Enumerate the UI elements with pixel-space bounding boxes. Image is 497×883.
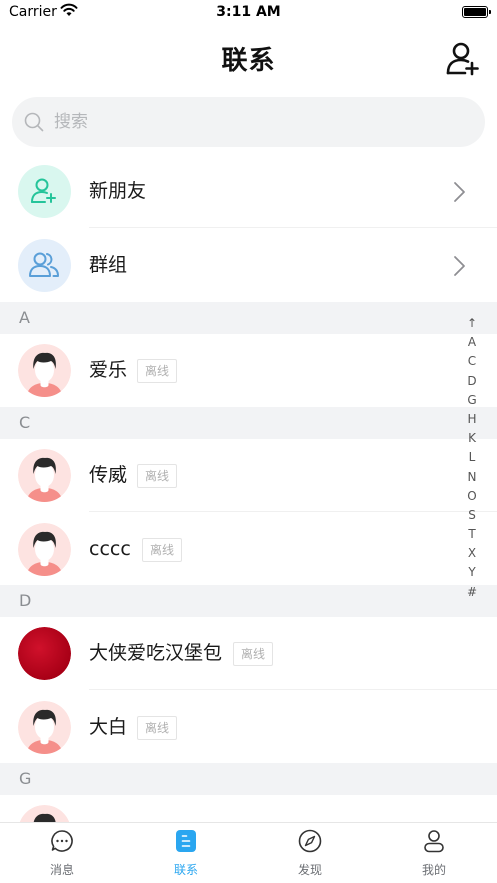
avatar bbox=[18, 449, 71, 502]
new-friends-row[interactable]: 新朋友 bbox=[0, 154, 497, 228]
section-letter: A bbox=[19, 308, 30, 327]
status-badge: 离线 bbox=[137, 359, 178, 383]
default-avatar-icon bbox=[18, 701, 71, 754]
page-title: 联系 bbox=[221, 46, 276, 76]
contact-row[interactable]: 爱乐 离线 bbox=[0, 333, 497, 407]
index-letter[interactable]: N bbox=[462, 468, 482, 487]
add-user-icon bbox=[31, 178, 56, 203]
new-friend-icon-circle bbox=[18, 165, 71, 218]
index-letter[interactable]: A bbox=[462, 333, 482, 352]
tab-label: 联系 bbox=[173, 863, 198, 877]
groups-label: 群组 bbox=[89, 254, 128, 276]
chevron-right-icon bbox=[454, 256, 465, 276]
chat-bubble-icon bbox=[51, 830, 73, 852]
avatar bbox=[18, 627, 71, 680]
compass-icon bbox=[298, 829, 322, 853]
alphabet-index[interactable]: ↑ A C D G H K L N O S T X Y # bbox=[462, 314, 482, 602]
section-letter: C bbox=[19, 413, 31, 432]
index-letter[interactable]: T bbox=[462, 525, 482, 544]
contact-row[interactable]: cccc 离线 bbox=[0, 512, 497, 586]
index-letter[interactable]: S bbox=[462, 506, 482, 525]
default-avatar-icon bbox=[18, 344, 71, 397]
tab-label: 我的 bbox=[421, 863, 446, 877]
tab-bar: 消息 联系 发现 我的 bbox=[0, 822, 497, 883]
search-bar[interactable] bbox=[12, 97, 485, 147]
new-friends-label: 新朋友 bbox=[89, 180, 147, 202]
red-avatar-image bbox=[18, 627, 71, 680]
contact-name: 大侠爱吃汉堡包 bbox=[89, 642, 223, 664]
add-contact-button[interactable] bbox=[444, 40, 480, 76]
contact-name: 爱乐 bbox=[89, 359, 128, 381]
index-letter[interactable]: O bbox=[462, 487, 482, 506]
status-bar: Carrier 3:11 AM bbox=[0, 0, 497, 26]
tab-messages[interactable]: 消息 bbox=[0, 823, 124, 883]
tab-label: 消息 bbox=[49, 863, 74, 877]
contact-row[interactable]: 传威 离线 bbox=[0, 438, 497, 512]
default-avatar-icon bbox=[18, 523, 71, 576]
avatar bbox=[18, 701, 71, 754]
index-letter[interactable]: Y bbox=[462, 563, 482, 582]
section-header-a: A bbox=[0, 302, 497, 334]
contact-name: 大白 bbox=[89, 716, 128, 738]
clock: 3:11 AM bbox=[216, 4, 281, 20]
section-header-c: C bbox=[0, 407, 497, 439]
contact-name: cccc bbox=[89, 538, 131, 560]
tab-contacts[interactable]: 联系 bbox=[124, 823, 248, 883]
section-letter: D bbox=[19, 591, 32, 610]
contacts-book-icon bbox=[176, 830, 196, 852]
section-letter: G bbox=[19, 769, 32, 788]
index-letter[interactable]: X bbox=[462, 544, 482, 563]
group-icon-circle bbox=[18, 239, 71, 292]
groups-row[interactable]: 群组 bbox=[0, 228, 497, 302]
section-header-g: G bbox=[0, 763, 497, 795]
status-badge: 离线 bbox=[137, 716, 178, 740]
contact-row[interactable]: 大白 离线 bbox=[0, 690, 497, 764]
section-header-d: D bbox=[0, 585, 497, 617]
search-input[interactable] bbox=[54, 97, 454, 147]
status-badge: 离线 bbox=[142, 538, 183, 562]
index-letter[interactable]: D bbox=[462, 372, 482, 391]
index-letter[interactable]: # bbox=[462, 583, 482, 602]
index-letter[interactable]: L bbox=[462, 448, 482, 467]
default-avatar-icon bbox=[18, 449, 71, 502]
tab-discover[interactable]: 发现 bbox=[248, 823, 372, 883]
group-icon bbox=[29, 252, 59, 277]
index-letter[interactable]: H bbox=[462, 410, 482, 429]
status-badge: 离线 bbox=[233, 642, 274, 666]
contact-name: 传威 bbox=[89, 464, 128, 486]
index-letter[interactable]: ↑ bbox=[462, 314, 482, 333]
avatar bbox=[18, 344, 71, 397]
person-icon bbox=[424, 830, 444, 853]
tab-label: 发现 bbox=[297, 863, 322, 877]
index-letter[interactable]: C bbox=[462, 352, 482, 371]
index-letter[interactable]: K bbox=[462, 429, 482, 448]
chevron-right-icon bbox=[454, 182, 465, 202]
avatar bbox=[18, 523, 71, 576]
status-badge: 离线 bbox=[137, 464, 178, 488]
search-icon bbox=[24, 112, 44, 132]
contact-row[interactable]: 大侠爱吃汉堡包 离线 bbox=[0, 616, 497, 690]
battery-icon bbox=[462, 6, 491, 18]
tab-profile[interactable]: 我的 bbox=[372, 823, 496, 883]
index-letter[interactable]: G bbox=[462, 391, 482, 410]
